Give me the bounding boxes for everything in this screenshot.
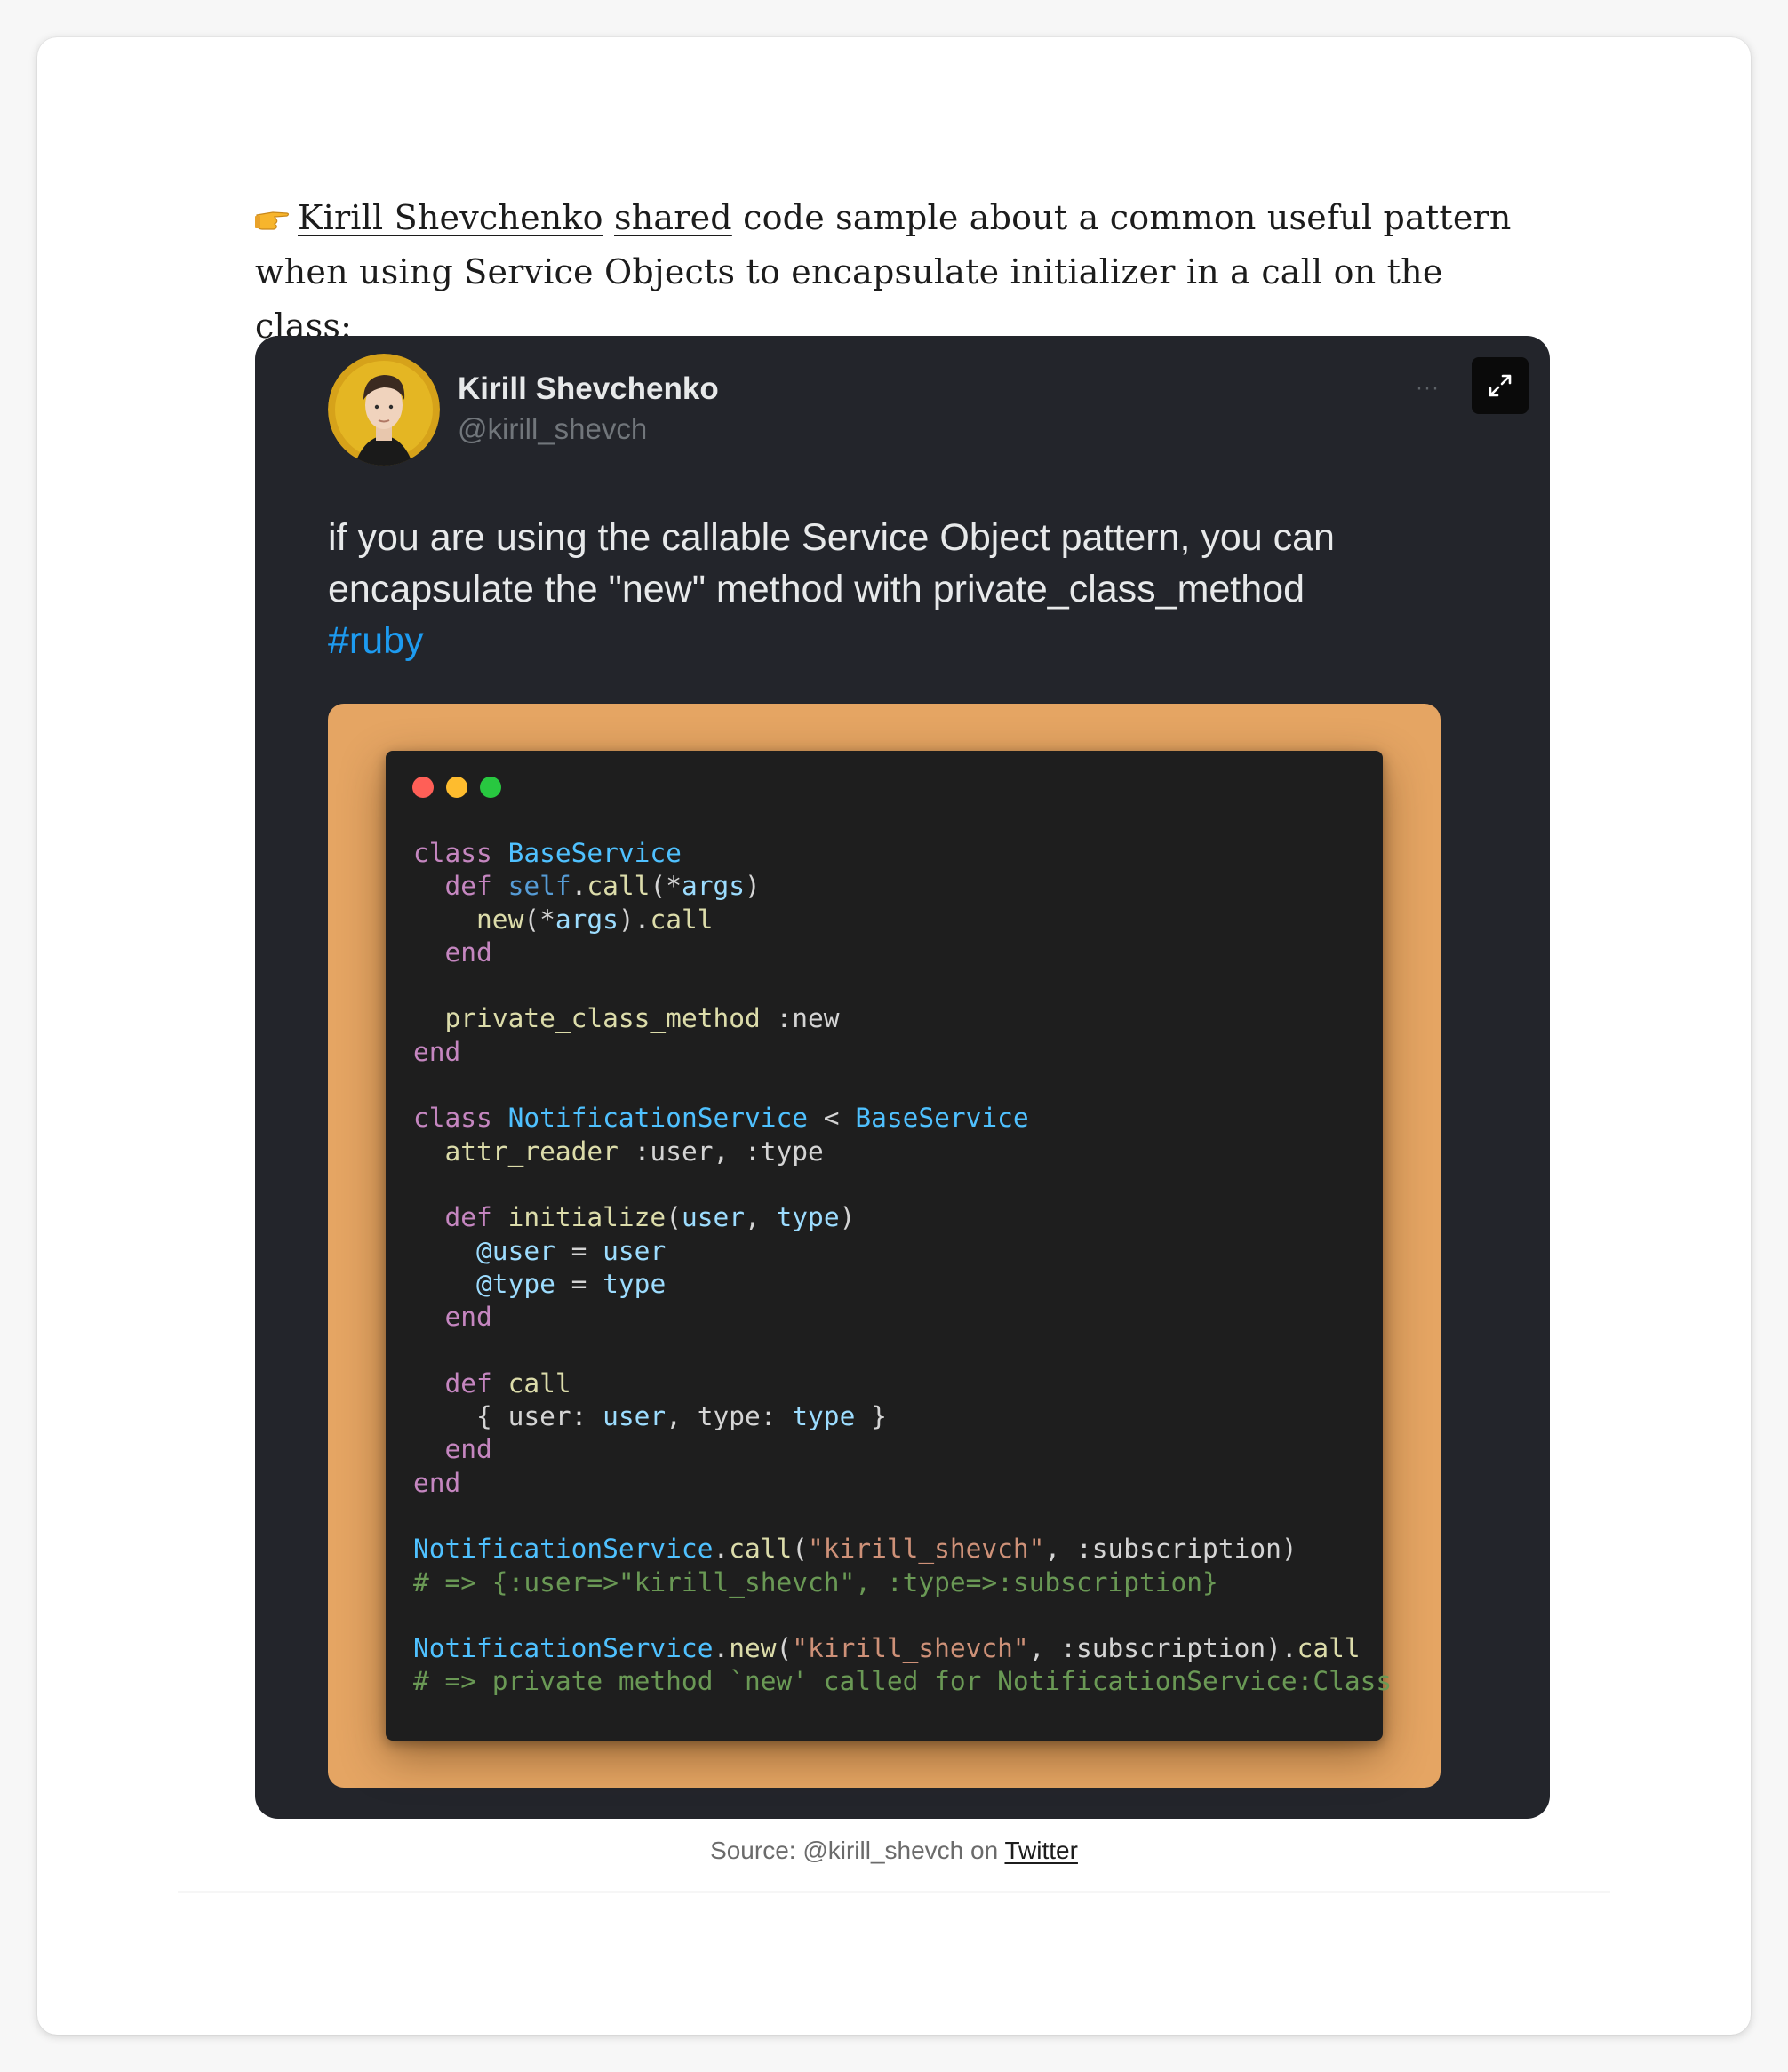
pointing-hand-icon xyxy=(255,211,290,230)
expand-icon xyxy=(1489,374,1512,397)
code-line: def self.call(*args) xyxy=(444,871,761,902)
code-line: class NotificationService < BaseService xyxy=(413,1103,1029,1134)
divider xyxy=(178,1891,1610,1893)
image-caption: Source: @kirill_shevch on Twitter xyxy=(0,1837,1788,1865)
code-line: def initialize(user, type) xyxy=(444,1202,856,1233)
code-line: @user = user xyxy=(476,1235,667,1266)
intro-paragraph: Kirill Shevchenko shared code sample abo… xyxy=(255,191,1544,354)
expand-button[interactable] xyxy=(1472,357,1529,414)
tweet-media[interactable]: class BaseService def self.call(*args) n… xyxy=(328,704,1441,1788)
code-window: class BaseService def self.call(*args) n… xyxy=(386,751,1392,1741)
code-line: # => private method `new' called for Not… xyxy=(413,1666,1393,1697)
code-line: NotificationService.new("kirill_shevch",… xyxy=(413,1633,1361,1664)
code-line: NotificationService.call("kirill_shevch"… xyxy=(413,1534,1297,1565)
code-line: @type = type xyxy=(476,1268,667,1299)
code-line: private_class_method :new xyxy=(444,1003,840,1034)
code-line: { user: user, type: type } xyxy=(413,1401,887,1432)
author-name[interactable]: Kirill Shevchenko xyxy=(458,371,719,407)
author-handle[interactable]: @kirill_shevch xyxy=(458,412,647,446)
hashtag-link[interactable]: #ruby xyxy=(328,615,1474,666)
code-line: attr_reader :user, :type xyxy=(444,1136,824,1167)
code-line: end xyxy=(413,1036,461,1067)
caption-text: Source: @kirill_shevch on xyxy=(710,1837,1005,1864)
code-line: end xyxy=(413,1467,461,1498)
code-block: class BaseService def self.call(*args) n… xyxy=(413,837,1392,1699)
tweet-body: if you are using the callable Service Ob… xyxy=(328,516,1335,610)
avatar-image xyxy=(328,354,440,466)
tweet-text: if you are using the callable Service Ob… xyxy=(328,512,1474,666)
code-line: end xyxy=(444,1302,492,1333)
code-line: end xyxy=(444,1434,492,1465)
window-minimize-dot xyxy=(446,777,467,798)
tweet-embed[interactable]: Kirill Shevchenko @kirill_shevch ··· if … xyxy=(255,336,1550,1819)
code-line: new(*args).call xyxy=(476,904,714,935)
author-link[interactable]: Kirill Shevchenko xyxy=(298,198,603,237)
more-options-icon[interactable]: ··· xyxy=(1416,376,1440,401)
window-close-dot xyxy=(412,777,434,798)
code-line: # => {:user=>"kirill_shevch", :type=>:su… xyxy=(413,1566,1218,1598)
code-line: def call xyxy=(444,1367,571,1399)
window-maximize-dot xyxy=(480,777,501,798)
code-line: end xyxy=(444,936,492,968)
twitter-link[interactable]: Twitter xyxy=(1004,1837,1077,1864)
shared-link[interactable]: shared xyxy=(614,198,732,237)
avatar[interactable] xyxy=(328,354,440,466)
code-line: class BaseService xyxy=(413,838,682,868)
